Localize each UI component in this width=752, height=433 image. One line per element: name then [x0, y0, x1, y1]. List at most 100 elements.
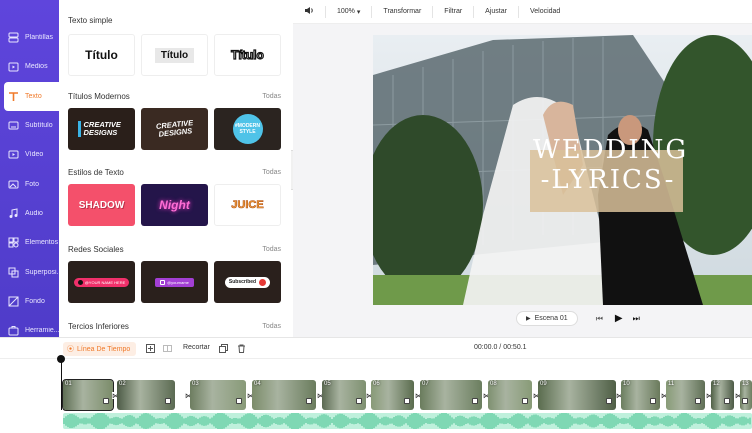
modern-title-card[interactable]: CREATIVE DESIGNS	[141, 108, 208, 150]
sidebar-label: Elementos	[25, 239, 59, 247]
sidebar-item-plantillas[interactable]: Plantillas	[0, 23, 59, 52]
playhead-handle[interactable]	[57, 355, 65, 363]
velocidad-button[interactable]: Velocidad	[519, 6, 571, 18]
timeline-clip[interactable]: 05	[322, 380, 366, 410]
timeline-clip[interactable]: 01	[62, 379, 114, 411]
timeline-clip[interactable]: 03	[190, 380, 246, 410]
template-icon	[8, 32, 19, 44]
video-preview[interactable]: WEDDING -LYRICS-	[373, 35, 752, 305]
card-text: Subscribed	[224, 276, 271, 288]
instagram-icon	[160, 279, 166, 285]
timeline-clip[interactable]: 11	[666, 380, 705, 410]
photo-icon	[8, 178, 19, 190]
clip-number: 07	[422, 381, 429, 387]
chevron-down-icon: ▾	[356, 8, 361, 16]
title-line-2: -LYRICS-	[540, 165, 676, 195]
social-card[interactable]: Subscribed	[214, 261, 281, 303]
card-text: Título	[85, 48, 118, 62]
scene-play-button[interactable]: ▶ Escena 01	[516, 311, 578, 326]
clip-number: 10	[623, 381, 630, 387]
filtrar-button[interactable]: Filtrar	[433, 5, 475, 18]
sidebar-label: Vídeo	[25, 151, 44, 159]
timeline-clip[interactable]: 04	[252, 380, 316, 410]
clip-number: 02	[119, 381, 126, 387]
see-all-link[interactable]: Todas	[262, 169, 281, 176]
section-title: Títulos Modernos	[68, 92, 130, 101]
text-template-card[interactable]: Título	[214, 34, 281, 76]
timeline-header: ⦿ Línea De Tiempo Recortar 00:00.0 / 00:…	[0, 337, 752, 359]
card-text: CREATIVE DESIGNS	[154, 118, 194, 139]
timeline-clip[interactable]: 13	[740, 380, 752, 410]
see-all-link[interactable]: Todas	[262, 93, 281, 100]
top-toolbar: 100% ▾ Transformar Filtrar Ajustar Veloc…	[293, 0, 752, 24]
timeline-clip[interactable]: 07	[420, 380, 482, 410]
card-text: SHADOW	[78, 199, 125, 211]
clip-number: 01	[65, 381, 72, 387]
clip-marker	[356, 398, 362, 404]
sidebar-item-video[interactable]: Vídeo	[0, 140, 59, 169]
text-template-card[interactable]: Título	[141, 34, 208, 76]
timeline-clip[interactable]: 12	[711, 380, 734, 410]
sidebar-item-audio[interactable]: Audio	[0, 199, 59, 228]
sidebar-item-foto[interactable]: Foto	[0, 169, 59, 198]
clip-number: 09	[540, 381, 547, 387]
trash-icon[interactable]	[236, 343, 247, 354]
clip-marker	[236, 398, 242, 404]
clip-number: 12	[713, 381, 720, 387]
video-icon	[8, 149, 19, 161]
modern-title-card[interactable]: #MODERN STYLE	[214, 108, 281, 150]
text-template-card[interactable]: Título	[68, 34, 135, 76]
volume-button[interactable]	[293, 5, 326, 18]
sidebar-label: Superposi...	[25, 268, 59, 276]
wedding-lyrics-title[interactable]: WEDDING -LYRICS-	[533, 135, 686, 195]
text-style-card[interactable]: JUICE	[214, 184, 281, 226]
timeline-clip[interactable]: 09	[538, 380, 616, 410]
clip-marker	[724, 398, 730, 404]
text-style-card[interactable]: Night	[141, 184, 208, 226]
sidebar-item-elementos[interactable]: Elementos	[0, 228, 59, 257]
section-title: Tercios Inferiores	[68, 322, 129, 331]
section-title: Texto simple	[68, 16, 113, 25]
timeline-clip[interactable]: 06	[371, 380, 414, 410]
ajustar-button[interactable]: Ajustar	[474, 5, 519, 18]
audio-track[interactable]	[63, 413, 752, 429]
clip-marker	[695, 398, 701, 404]
timeline-tab[interactable]: ⦿ Línea De Tiempo	[63, 342, 137, 356]
elements-icon	[8, 237, 19, 249]
playhead-line	[60, 360, 62, 410]
transformar-button[interactable]: Transformar	[372, 5, 434, 18]
see-all-link[interactable]: Todas	[262, 246, 281, 253]
zoom-select[interactable]: 100% ▾	[326, 5, 373, 18]
sidebar-item-subtitulo[interactable]: Subtítulo	[0, 111, 59, 140]
add-icon[interactable]	[145, 343, 156, 354]
timeline-ruler[interactable]	[59, 359, 752, 379]
timeline-clip[interactable]: 02	[117, 380, 175, 410]
recortar-button[interactable]: Recortar	[183, 344, 210, 351]
toolbar-label: Transformar	[383, 8, 422, 15]
card-text: @YOUR NAME HERE	[73, 277, 130, 287]
timeline-clip[interactable]: 10	[621, 380, 660, 410]
text-style-card[interactable]: SHADOW	[68, 184, 135, 226]
social-handle: @YOUR NAME HERE	[84, 279, 126, 285]
timeline-clip[interactable]: 08	[488, 380, 532, 410]
section-title: Estilos de Texto	[68, 168, 124, 177]
sidebar-item-medios[interactable]: Medios	[0, 52, 59, 81]
sidebar-item-superposicion[interactable]: Superposi...	[0, 257, 59, 286]
tools-icon	[8, 325, 19, 337]
toolbar-label: Ajustar	[485, 8, 507, 15]
split-icon[interactable]	[162, 343, 173, 354]
see-all-link[interactable]: Todas	[262, 323, 281, 330]
skip-forward-icon[interactable]: ⏭	[633, 314, 640, 324]
modern-title-card[interactable]: CREATIVE DESIGNS	[68, 108, 135, 150]
copy-icon[interactable]	[218, 343, 229, 354]
sidebar-item-texto[interactable]: Texto	[4, 81, 59, 111]
toolbar-label: Velocidad	[529, 8, 561, 15]
play-icon[interactable]: ▶	[615, 313, 623, 324]
text-panel: Texto simple Título Título Título Título…	[59, 0, 291, 337]
text-icon	[8, 90, 19, 102]
social-card[interactable]: @yourname	[141, 261, 208, 303]
skip-back-icon[interactable]: ⏮	[596, 314, 603, 324]
sidebar-item-fondo[interactable]: Fondo	[0, 287, 59, 316]
left-sidebar: Plantillas Medios Texto Subtítulo Vídeo …	[0, 0, 59, 337]
social-card[interactable]: @YOUR NAME HERE	[68, 261, 135, 303]
